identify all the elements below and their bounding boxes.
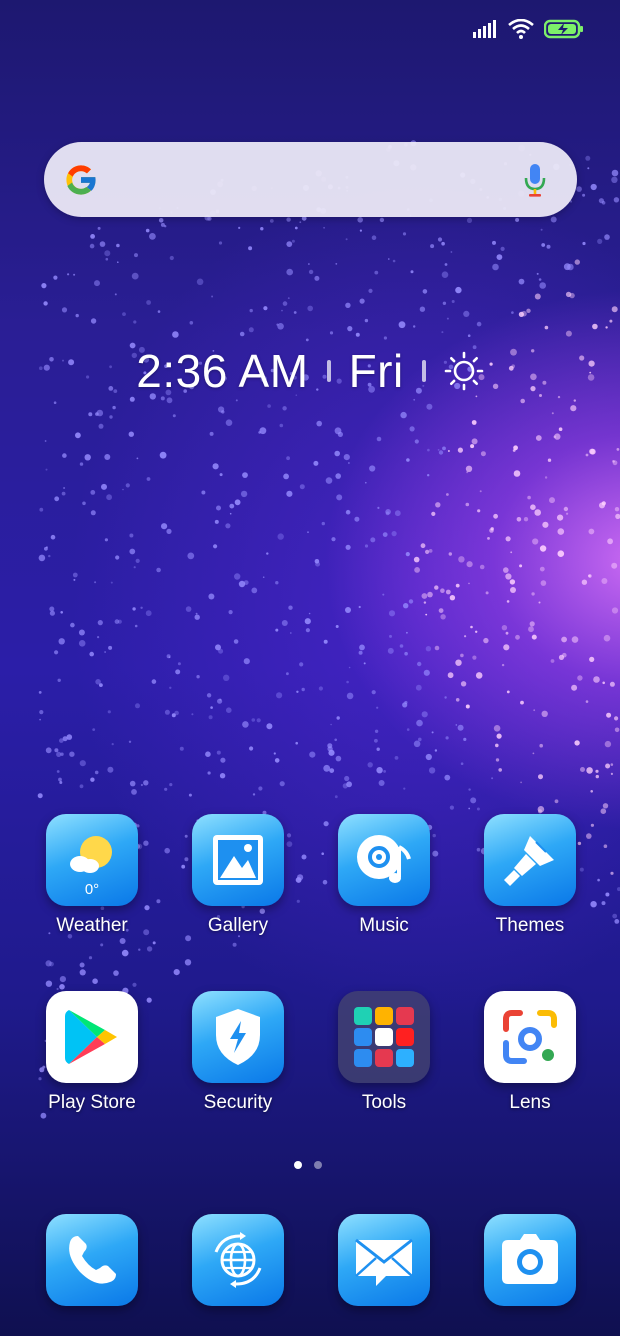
app-label: Tools bbox=[361, 1092, 407, 1113]
clock-time[interactable]: 2:36 AM bbox=[136, 344, 308, 398]
app-lens[interactable]: Lens bbox=[457, 991, 603, 1114]
app-label: Lens bbox=[509, 1092, 551, 1113]
battery-charging-icon bbox=[544, 19, 583, 39]
shield-icon[interactable] bbox=[192, 991, 284, 1083]
app-music[interactable]: Music bbox=[311, 814, 457, 937]
play-store-icon[interactable] bbox=[46, 991, 138, 1083]
app-label: Security bbox=[203, 1092, 273, 1113]
paintbrush-icon[interactable] bbox=[484, 814, 576, 906]
dock-messaging[interactable] bbox=[311, 1214, 457, 1306]
separator bbox=[421, 360, 426, 382]
app-label: Weather bbox=[56, 915, 128, 936]
folder-icon[interactable] bbox=[338, 991, 430, 1083]
clock-day[interactable]: Fri bbox=[349, 344, 404, 398]
search-input[interactable] bbox=[114, 158, 498, 202]
app-play-store[interactable]: Play Store bbox=[19, 991, 165, 1114]
google-g-icon bbox=[66, 165, 97, 195]
page-dot[interactable] bbox=[314, 1161, 322, 1169]
signal-icon bbox=[473, 20, 496, 38]
phone-icon[interactable] bbox=[46, 1214, 138, 1306]
app-label: Play Store bbox=[48, 1092, 136, 1113]
google-search-bar[interactable] bbox=[44, 142, 577, 217]
dock-camera[interactable] bbox=[457, 1214, 603, 1306]
status-bar bbox=[472, 14, 584, 44]
wifi-icon bbox=[508, 19, 534, 39]
app-gallery[interactable]: Gallery bbox=[165, 814, 311, 937]
gallery-icon[interactable] bbox=[192, 814, 284, 906]
dock-browser[interactable] bbox=[165, 1214, 311, 1306]
page-indicator[interactable] bbox=[294, 1161, 322, 1169]
messaging-icon[interactable] bbox=[338, 1214, 430, 1306]
sun-icon[interactable] bbox=[444, 351, 484, 391]
dock-phone[interactable] bbox=[19, 1214, 165, 1306]
app-themes[interactable]: Themes bbox=[457, 814, 603, 937]
browser-icon[interactable] bbox=[192, 1214, 284, 1306]
music-icon[interactable] bbox=[338, 814, 430, 906]
camera-icon[interactable] bbox=[484, 1214, 576, 1306]
app-label: Music bbox=[359, 915, 409, 936]
weather-icon[interactable]: 0° bbox=[46, 814, 138, 906]
lens-icon[interactable] bbox=[484, 991, 576, 1083]
weather-temperature: 0° bbox=[84, 881, 100, 898]
separator bbox=[326, 360, 331, 382]
microphone-icon[interactable] bbox=[523, 162, 547, 198]
app-label: Gallery bbox=[207, 915, 269, 936]
app-security[interactable]: Security bbox=[165, 991, 311, 1114]
app-label: Themes bbox=[495, 915, 565, 936]
clock-widget[interactable]: 2:36 AM Fri bbox=[0, 340, 620, 402]
app-tools-folder[interactable]: Tools bbox=[311, 991, 457, 1114]
page-dot-active[interactable] bbox=[294, 1161, 302, 1169]
app-weather[interactable]: 0° Weather bbox=[19, 814, 165, 937]
